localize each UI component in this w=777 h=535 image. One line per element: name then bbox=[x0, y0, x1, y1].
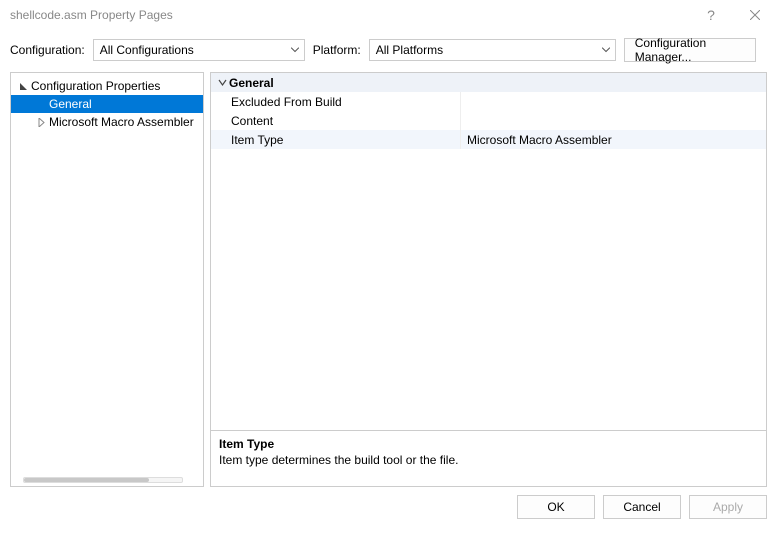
tree-item-microsoft-macro-assembler[interactable]: Microsoft Macro Assembler bbox=[11, 113, 203, 131]
prop-value[interactable] bbox=[461, 111, 766, 130]
prop-name: Excluded From Build bbox=[211, 92, 461, 111]
configuration-dropdown[interactable]: All Configurations bbox=[93, 39, 305, 61]
chevron-down-icon bbox=[291, 48, 299, 53]
close-icon bbox=[750, 10, 760, 20]
help-button[interactable]: ? bbox=[689, 0, 733, 30]
tree-item-general[interactable]: General bbox=[11, 95, 203, 113]
config-bar: Configuration: All Configurations Platfo… bbox=[0, 30, 777, 68]
prop-row-item-type[interactable]: Item Type Microsoft Macro Assembler bbox=[211, 130, 766, 149]
platform-dropdown[interactable]: All Platforms bbox=[369, 39, 616, 61]
titlebar: shellcode.asm Property Pages ? bbox=[0, 0, 777, 30]
configuration-value: All Configurations bbox=[100, 43, 194, 57]
expand-icon bbox=[35, 118, 47, 127]
configuration-label: Configuration: bbox=[10, 43, 85, 57]
prop-name: Item Type bbox=[211, 130, 461, 149]
category-header-general[interactable]: General bbox=[211, 73, 766, 92]
configuration-manager-button[interactable]: Configuration Manager... bbox=[624, 38, 756, 62]
collapse-icon bbox=[17, 82, 29, 91]
window-title: shellcode.asm Property Pages bbox=[10, 8, 173, 22]
chevron-down-icon bbox=[215, 78, 229, 87]
ok-button[interactable]: OK bbox=[517, 495, 595, 519]
close-button[interactable] bbox=[733, 0, 777, 30]
platform-value: All Platforms bbox=[376, 43, 443, 57]
tree-horizontal-scrollbar[interactable] bbox=[23, 477, 183, 483]
prop-value[interactable]: Microsoft Macro Assembler bbox=[461, 130, 766, 149]
prop-value[interactable] bbox=[461, 92, 766, 111]
description-text: Item type determines the build tool or t… bbox=[219, 453, 758, 467]
prop-row-content[interactable]: Content bbox=[211, 111, 766, 130]
scrollbar-thumb[interactable] bbox=[24, 478, 149, 482]
description-pane: Item Type Item type determines the build… bbox=[211, 430, 766, 486]
apply-button[interactable]: Apply bbox=[689, 495, 767, 519]
property-panel: General Excluded From Build Content Item… bbox=[210, 72, 767, 487]
platform-label: Platform: bbox=[313, 43, 361, 57]
description-title: Item Type bbox=[219, 437, 758, 451]
tree-root-configuration-properties[interactable]: Configuration Properties bbox=[11, 77, 203, 95]
nav-tree[interactable]: Configuration Properties General Microso… bbox=[10, 72, 204, 487]
property-grid[interactable]: General Excluded From Build Content Item… bbox=[211, 73, 766, 430]
dialog-buttons: OK Cancel Apply bbox=[0, 487, 777, 519]
prop-name: Content bbox=[211, 111, 461, 130]
prop-row-excluded-from-build[interactable]: Excluded From Build bbox=[211, 92, 766, 111]
chevron-down-icon bbox=[602, 48, 610, 53]
cancel-button[interactable]: Cancel bbox=[603, 495, 681, 519]
